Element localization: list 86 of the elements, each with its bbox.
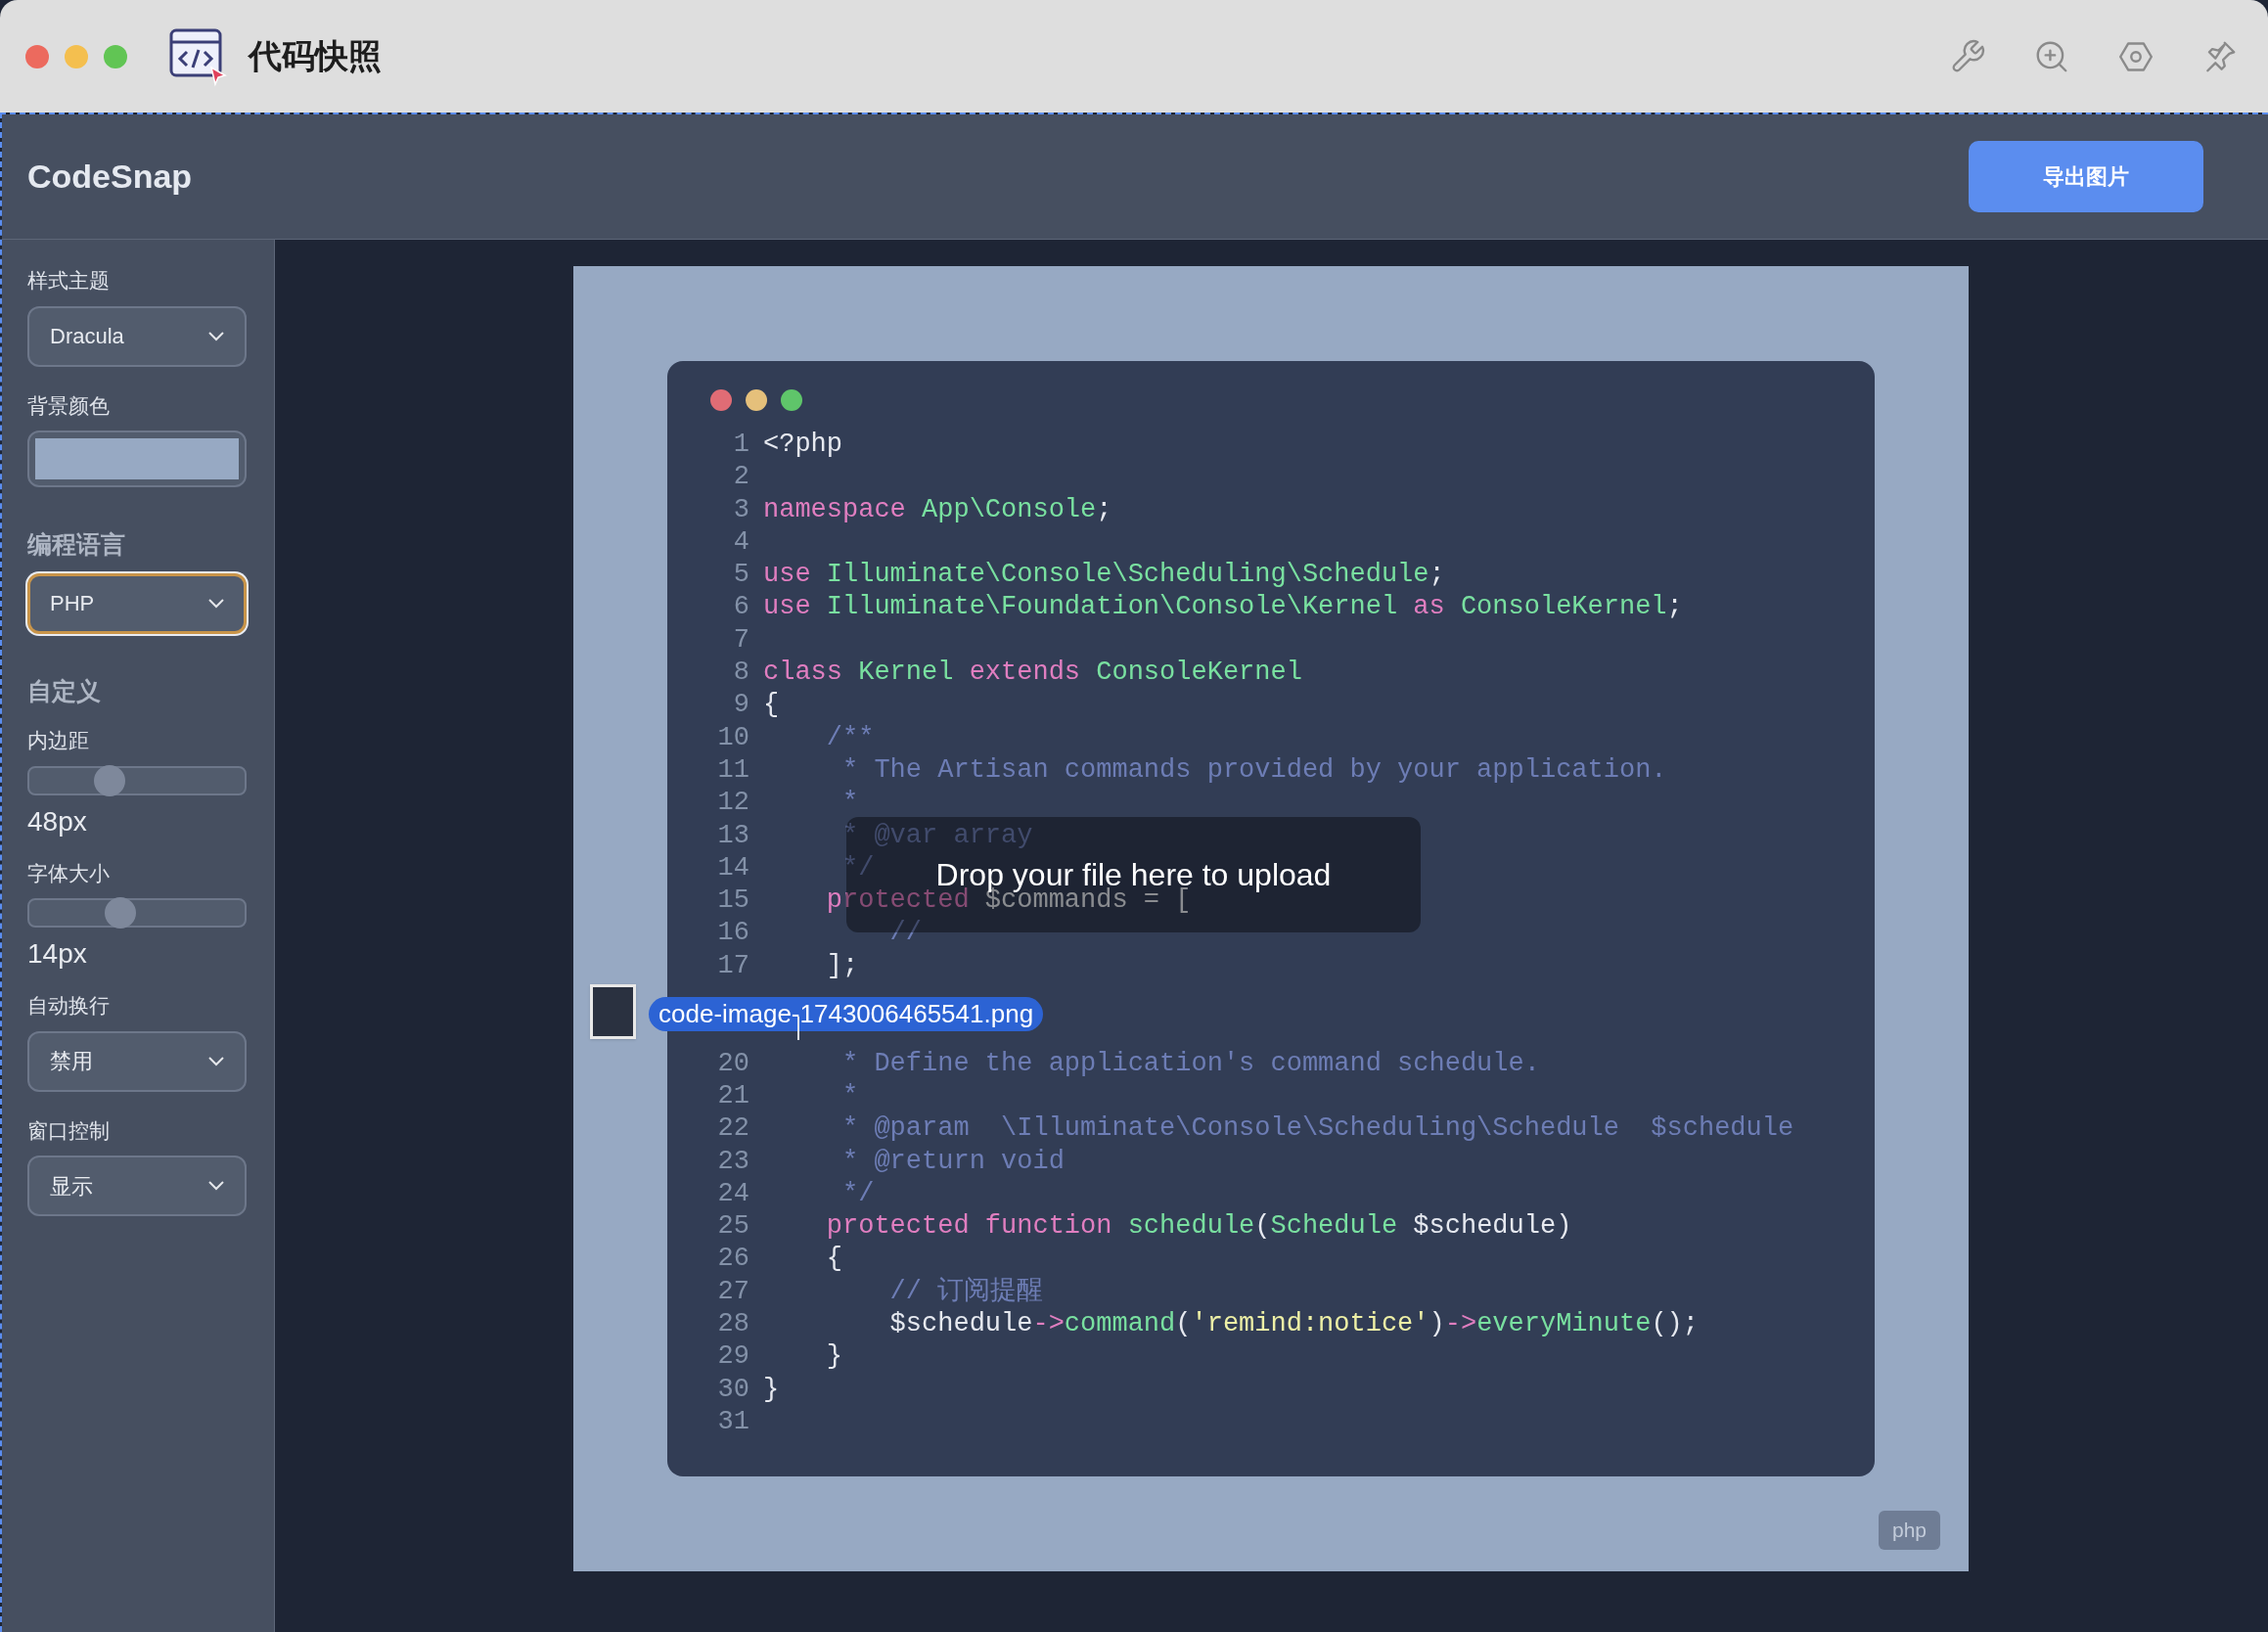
- line-number: 11: [716, 753, 749, 787]
- line-number: 13: [716, 819, 749, 852]
- slider-track[interactable]: [27, 898, 247, 928]
- chevron-down-icon: [208, 598, 224, 609]
- code-line: * Define the application's command schedule.: [841, 1047, 1540, 1080]
- code-line: <?php: [763, 429, 842, 461]
- app-brand: CodeSnap: [27, 157, 193, 197]
- line-number: 30: [716, 1373, 749, 1406]
- slider-track[interactable]: [27, 765, 247, 795]
- line-number: 24: [716, 1177, 749, 1210]
- line-number: 16: [716, 917, 749, 950]
- line-number: 27: [716, 1275, 749, 1308]
- code-line: * @param \Illuminate\Console\Scheduling\Schedule $schedule: [841, 1112, 1794, 1146]
- slider-value: 14px: [27, 937, 88, 971]
- code-line: use Illuminate\Foundation\Console\Kernel as ConsoleKernel;: [763, 591, 1683, 624]
- text-cursor: [797, 1017, 799, 1040]
- code-line: ];: [825, 949, 859, 982]
- line-number: 7: [732, 623, 749, 657]
- language-badge: php: [1879, 1511, 1941, 1550]
- chevron-down-icon: [208, 331, 224, 341]
- code-line: class Kernel extends ConsoleKernel: [763, 657, 1302, 690]
- line-number: 15: [716, 884, 749, 918]
- line-number: 5: [732, 559, 749, 592]
- line-number: 28: [716, 1308, 749, 1340]
- line-number: 22: [716, 1112, 749, 1146]
- code-line: *: [841, 787, 859, 820]
- line-number: 8: [732, 657, 749, 690]
- field-label: 背景颜色: [27, 392, 111, 419]
- dropdown[interactable]: Dracula: [27, 305, 247, 367]
- code-line: */: [841, 1177, 875, 1210]
- code-line: *: [841, 1079, 859, 1112]
- line-number: 31: [716, 1405, 749, 1438]
- field-label: 窗口控制: [27, 1117, 111, 1144]
- line-number: 14: [716, 851, 749, 884]
- line-number: 25: [716, 1210, 749, 1244]
- line-number: 3: [732, 493, 749, 526]
- code-line: //: [888, 917, 923, 950]
- close-button[interactable]: [25, 44, 49, 68]
- chevron-down-icon: [208, 1056, 224, 1066]
- code-line: $schedule->command('remind:notice')->everyMinute();: [888, 1308, 1699, 1340]
- dropdown[interactable]: 禁用: [27, 1030, 247, 1092]
- slider-value: 48px: [27, 804, 88, 839]
- line-number: 21: [716, 1079, 749, 1112]
- zoom-button[interactable]: [104, 44, 127, 68]
- code-line: use Illuminate\Console\Scheduling\Schedule;: [763, 559, 1445, 592]
- line-number: 20: [716, 1047, 749, 1080]
- chevron-down-icon: [208, 1181, 224, 1191]
- code-line: * The Artisan commands provided by your application.: [841, 753, 1667, 787]
- section-heading: 编程语言: [27, 529, 126, 560]
- export-button[interactable]: 导出图片: [1969, 141, 2203, 212]
- code-line: }: [825, 1340, 842, 1374]
- code-line: * @var array: [841, 819, 1033, 852]
- code-line: {: [763, 689, 780, 722]
- code-line: * @return void: [841, 1145, 1065, 1178]
- slider-thumb[interactable]: [93, 764, 125, 796]
- line-number: 4: [732, 525, 749, 559]
- code-line: {: [825, 1243, 842, 1276]
- line-number: 23: [716, 1145, 749, 1178]
- dropdown[interactable]: 显示: [27, 1156, 247, 1216]
- code-line: protected function schedule(Schedule $schedule): [825, 1210, 1572, 1244]
- field-label: 样式主题: [27, 268, 111, 294]
- line-number: 9: [732, 689, 749, 722]
- line-number: 10: [716, 721, 749, 754]
- code-line: /**: [825, 721, 875, 754]
- field-label: 自动换行: [27, 993, 111, 1019]
- window-title: 代码快照: [249, 36, 382, 76]
- section-heading: 自定义: [27, 675, 102, 706]
- field-label: 内边距: [27, 728, 90, 753]
- field-label: 字体大小: [27, 860, 111, 886]
- code-line: // 订阅提醒: [888, 1275, 1044, 1308]
- line-number: 29: [716, 1340, 749, 1374]
- color-picker[interactable]: [27, 431, 247, 487]
- line-number: 6: [732, 591, 749, 624]
- line-number: 17: [716, 949, 749, 982]
- line-number: 1: [732, 429, 749, 461]
- minimize-button[interactable]: [65, 44, 88, 68]
- slider-thumb[interactable]: [105, 897, 137, 929]
- line-number: 26: [716, 1243, 749, 1276]
- file-thumbnail: [590, 984, 636, 1039]
- code-line: */: [841, 851, 875, 884]
- dragged-file-name: code-image-1743006465541.png: [649, 997, 1044, 1031]
- code-line: }: [763, 1373, 780, 1406]
- line-number: 2: [732, 461, 749, 494]
- dropdown[interactable]: PHP: [27, 572, 247, 634]
- code-line: namespace App\Console;: [763, 493, 1112, 526]
- line-number: 12: [716, 787, 749, 820]
